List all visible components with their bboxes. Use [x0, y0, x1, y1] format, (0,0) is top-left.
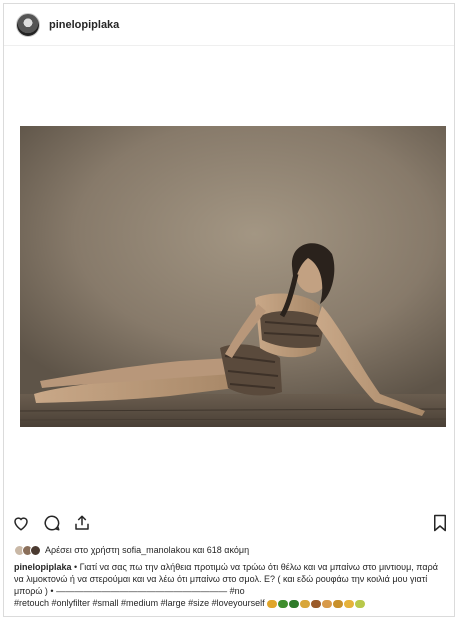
post-actions — [12, 514, 448, 536]
bookmark-icon[interactable] — [432, 514, 448, 532]
caption-hashtags[interactable]: #retouch #onlyfilter #small #medium #lar… — [14, 598, 265, 608]
taco-icon — [267, 599, 278, 608]
pizza-icon — [300, 599, 311, 608]
likes-row: Αρέσει στο χρήστη sofia_manolakou και 61… — [14, 543, 249, 557]
food-emoji-row — [267, 598, 366, 608]
cucumber-icon — [278, 599, 289, 608]
liker-avatar[interactable] — [30, 544, 41, 556]
share-icon[interactable] — [73, 514, 91, 532]
potato-icon — [311, 599, 322, 608]
post-header: pinelopiplaka — [4, 4, 454, 46]
post-caption: pinelopiplaka • Γιατί να σας πω την αλήθ… — [14, 561, 444, 609]
cheese-icon — [344, 599, 355, 608]
caption-username[interactable]: pinelopiplaka — [14, 562, 72, 572]
likes-count[interactable]: Αρέσει στο χρήστη sofia_manolakou και 61… — [45, 545, 249, 555]
photo-image — [20, 126, 446, 427]
avatar[interactable] — [16, 12, 40, 37]
pear-icon — [355, 599, 366, 608]
post-photo[interactable] — [20, 126, 446, 427]
post-username[interactable]: pinelopiplaka — [49, 19, 119, 31]
bread-icon — [322, 599, 333, 608]
heart-icon[interactable] — [12, 514, 30, 532]
comment-icon[interactable] — [43, 514, 61, 532]
caption-text: • Γιατί να σας πω την αλήθεια προτιμώ να… — [14, 562, 438, 596]
hamburger-icon — [333, 599, 344, 608]
post-media[interactable] — [4, 46, 454, 510]
broccoli-icon — [289, 599, 300, 608]
